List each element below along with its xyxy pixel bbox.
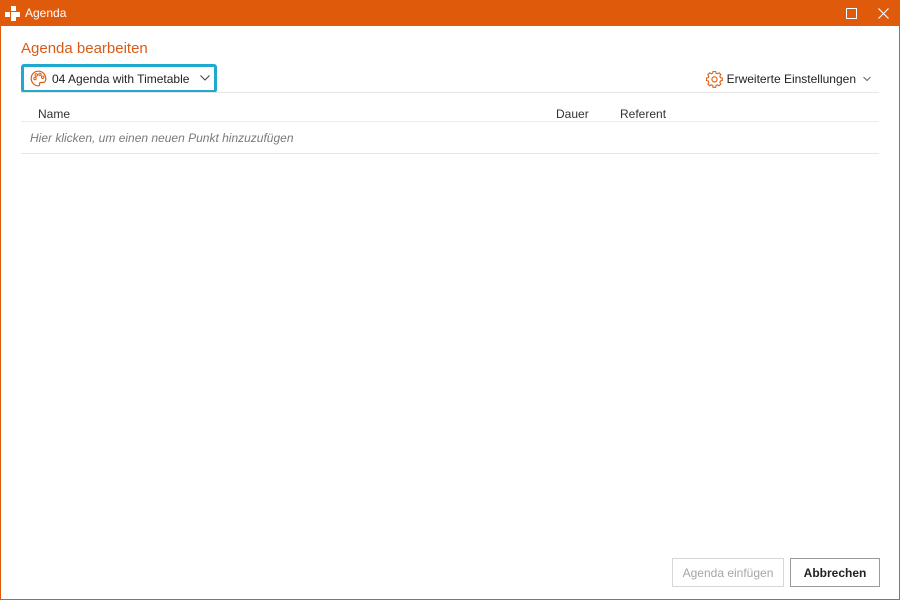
advanced-settings-button[interactable]: Erweiterte Einstellungen — [705, 69, 872, 89]
layout-select-value: 04 Agenda with Timetable — [52, 72, 190, 86]
window-title: Agenda — [25, 6, 67, 20]
divider — [21, 92, 879, 93]
agenda-dialog-window: Agenda Agenda bearbeiten 04 Agenda with … — [0, 0, 900, 600]
add-item-placeholder: Hier klicken, um einen neuen Punkt hinzu… — [30, 131, 294, 145]
column-header-name[interactable]: Name — [38, 107, 70, 121]
chevron-down-icon — [200, 75, 210, 81]
palette-icon — [30, 70, 47, 87]
dialog-heading: Agenda bearbeiten — [21, 40, 148, 57]
maximize-icon — [845, 8, 857, 19]
add-agenda-item-row[interactable]: Hier klicken, um einen neuen Punkt hinzu… — [21, 122, 879, 153]
advanced-settings-label: Erweiterte Einstellungen — [726, 72, 856, 86]
maximize-button[interactable] — [835, 1, 867, 26]
title-bar[interactable]: Agenda — [1, 1, 899, 26]
close-button[interactable] — [867, 1, 899, 26]
app-logo-icon — [5, 6, 20, 21]
agenda-layout-dropdown[interactable]: 04 Agenda with Timetable — [21, 64, 217, 93]
column-header-speaker[interactable]: Referent — [620, 107, 666, 121]
divider — [21, 153, 879, 154]
gear-icon — [705, 70, 723, 88]
chevron-down-icon — [863, 76, 871, 82]
cancel-button[interactable]: Abbrechen — [790, 558, 880, 587]
column-header-duration[interactable]: Dauer — [556, 107, 589, 121]
close-icon — [877, 8, 889, 19]
insert-agenda-button[interactable]: Agenda einfügen — [672, 558, 784, 587]
